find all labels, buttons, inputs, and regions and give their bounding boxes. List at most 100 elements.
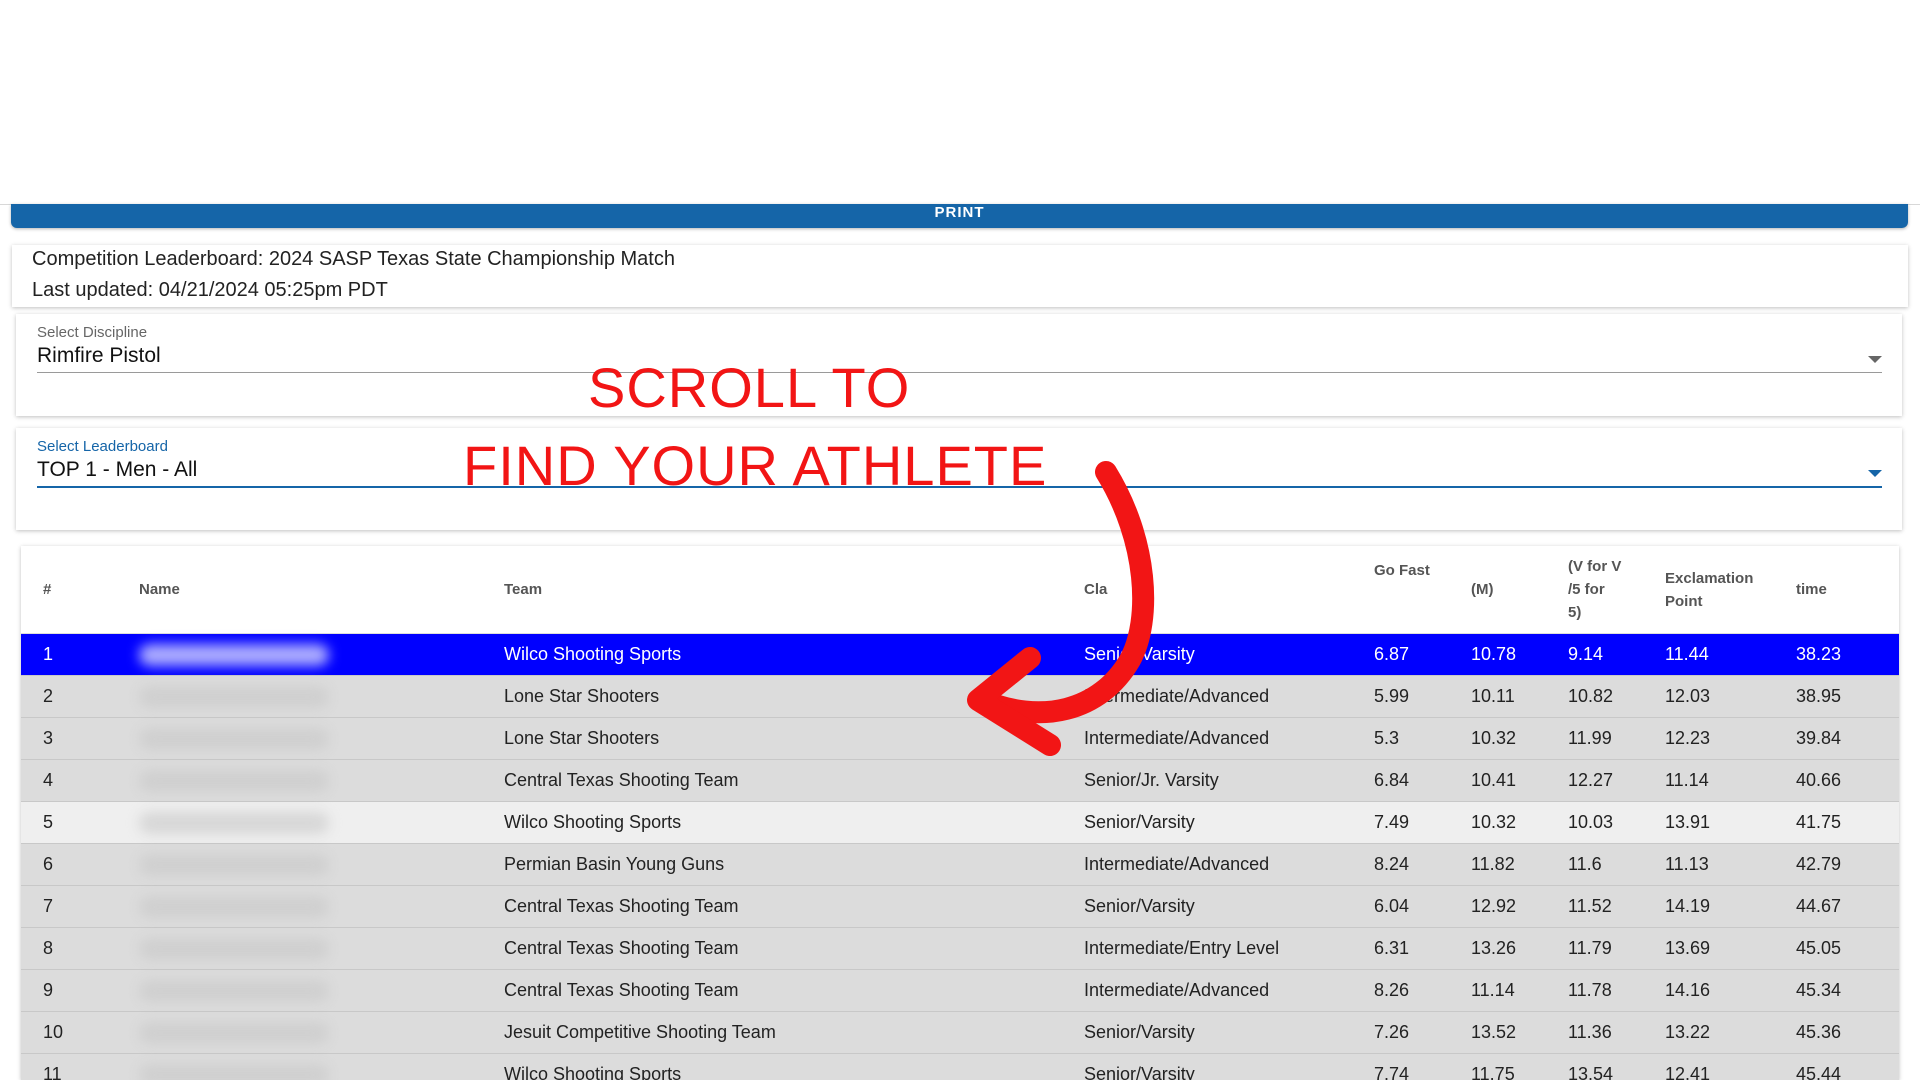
discipline-select-label: Select Discipline — [37, 324, 148, 341]
cell-excl: 13.91 — [1665, 801, 1796, 844]
cell-excl: 12.41 — [1665, 1053, 1796, 1080]
cell-team: Wilco Shooting Sports — [504, 633, 1084, 676]
cell-gofast: 6.31 — [1374, 927, 1471, 970]
cell-rank: 3 — [21, 717, 117, 760]
name-redaction-blur — [139, 1021, 329, 1044]
cell-name-redacted — [117, 1053, 504, 1080]
col-v-header[interactable]: (V for V /5 for 5) — [1568, 546, 1665, 634]
cell-excl: 13.69 — [1665, 927, 1796, 970]
cell-name-redacted — [117, 843, 504, 886]
competition-title: Competition Leaderboard: 2024 SASP Texas… — [32, 248, 675, 270]
col-time-header[interactable]: time — [1796, 546, 1899, 634]
col-excl-header-line2: Point — [1665, 592, 1703, 610]
cell-team: Jesuit Competitive Shooting Team — [504, 1011, 1084, 1054]
cell-class: Intermediate/Entry Level — [1084, 927, 1374, 970]
cell-gofast: 6.04 — [1374, 885, 1471, 928]
table-row[interactable]: 3 Lone Star Shooters Intermediate/Advanced… — [21, 717, 1899, 760]
top-blank-area — [0, 0, 1920, 205]
cell-excl: 12.23 — [1665, 717, 1796, 760]
overlay-instruction-line2: FIND YOUR ATHLETE — [463, 434, 1048, 497]
col-excl-header-line1: Exclamation — [1665, 569, 1754, 587]
table-row[interactable]: 5 Wilco Shooting Sports Senior/Varsity 7.49… — [21, 801, 1899, 844]
col-m-header[interactable]: (M) — [1471, 546, 1568, 634]
col-exclamation-header[interactable]: Exclamation Point — [1665, 546, 1796, 634]
col-gofast-header-text: Go Fast — [1374, 562, 1430, 579]
cell-time: 45.05 — [1796, 927, 1899, 970]
discipline-select-value[interactable]: Rimfire Pistol — [37, 344, 161, 368]
cell-m: 12.92 — [1471, 885, 1568, 928]
leaderboard-select-value[interactable]: TOP 1 - Men - All — [37, 458, 197, 482]
cell-class: Intermediate/Advanced — [1084, 717, 1374, 760]
leaderboard-table: # Name Team Cla Go Fast (M) (V for V /5 … — [21, 546, 1899, 1080]
cell-team: Central Texas Shooting Team — [504, 885, 1084, 928]
name-redaction-blur — [139, 685, 329, 708]
chevron-down-icon[interactable] — [1868, 470, 1882, 477]
cell-v: 11.78 — [1568, 969, 1665, 1012]
cell-name-redacted — [117, 801, 504, 844]
cell-rank: 8 — [21, 927, 117, 970]
cell-v: 11.79 — [1568, 927, 1665, 970]
table-row[interactable]: 8 Central Texas Shooting Team Intermediate… — [21, 927, 1899, 970]
cell-gofast: 6.87 — [1374, 633, 1471, 676]
cell-gofast: 5.3 — [1374, 717, 1471, 760]
cell-name-redacted — [117, 885, 504, 928]
discipline-select[interactable]: Select Discipline Rimfire Pistol — [16, 314, 1902, 416]
table-row[interactable]: 6 Permian Basin Young Guns Intermediate/Ad… — [21, 843, 1899, 886]
cell-gofast: 5.99 — [1374, 675, 1471, 718]
cell-rank: 10 — [21, 1011, 117, 1054]
col-gofast-header[interactable]: Go Fast — [1374, 546, 1471, 634]
competition-info-card: Competition Leaderboard: 2024 SASP Texas… — [12, 245, 1908, 307]
cell-time: 41.75 — [1796, 801, 1899, 844]
cell-team: Wilco Shooting Sports — [504, 801, 1084, 844]
cell-gofast: 8.24 — [1374, 843, 1471, 886]
overlay-instruction-line1: SCROLL TO — [588, 356, 911, 419]
cell-name-redacted — [117, 1011, 504, 1054]
table-row[interactable]: 7 Central Texas Shooting Team Senior/Varsi… — [21, 885, 1899, 928]
cell-team: Lone Star Shooters — [504, 717, 1084, 760]
table-row[interactable]: 1 Wilco Shooting Sports Senior/Varsity 6.87… — [21, 633, 1899, 676]
cell-rank: 11 — [21, 1053, 117, 1080]
cell-excl: 12.03 — [1665, 675, 1796, 718]
print-button[interactable]: PRINT — [11, 204, 1908, 228]
col-team-header[interactable]: Team — [504, 546, 1084, 634]
cell-excl: 11.13 — [1665, 843, 1796, 886]
cell-name-redacted — [117, 759, 504, 802]
cell-rank: 2 — [21, 675, 117, 718]
table-row[interactable]: 2 Lone Star Shooters Intermediate/Advanced… — [21, 675, 1899, 718]
cell-team: Central Texas Shooting Team — [504, 759, 1084, 802]
cell-gofast: 7.49 — [1374, 801, 1471, 844]
table-row[interactable]: 11 Wilco Shooting Sports Senior/Varsity 7.7… — [21, 1053, 1899, 1080]
name-redaction-blur — [139, 769, 329, 792]
col-class-header[interactable]: Cla — [1084, 546, 1374, 634]
cell-gofast: 7.74 — [1374, 1053, 1471, 1080]
cell-v: 10.03 — [1568, 801, 1665, 844]
cell-m: 10.78 — [1471, 633, 1568, 676]
col-name-header[interactable]: Name — [117, 546, 504, 634]
cell-name-redacted — [117, 633, 504, 676]
name-redaction-blur — [139, 643, 329, 666]
table-row[interactable]: 10 Jesuit Competitive Shooting Team Senior… — [21, 1011, 1899, 1054]
col-v-header-line1: (V for V — [1568, 558, 1622, 575]
chevron-down-icon[interactable] — [1868, 356, 1882, 363]
cell-excl: 11.44 — [1665, 633, 1796, 676]
table-row[interactable]: 9 Central Texas Shooting Team Intermediate… — [21, 969, 1899, 1012]
cell-time: 45.36 — [1796, 1011, 1899, 1054]
cell-excl: 11.14 — [1665, 759, 1796, 802]
cell-v: 13.54 — [1568, 1053, 1665, 1080]
cell-time: 38.95 — [1796, 675, 1899, 718]
print-button-label: PRINT — [934, 204, 985, 221]
cell-rank: 7 — [21, 885, 117, 928]
cell-m: 10.41 — [1471, 759, 1568, 802]
cell-v: 11.99 — [1568, 717, 1665, 760]
cell-time: 45.44 — [1796, 1053, 1899, 1080]
cell-class: Intermediate/Advanced — [1084, 843, 1374, 886]
cell-m: 10.32 — [1471, 717, 1568, 760]
table-row[interactable]: 4 Central Texas Shooting Team Senior/Jr. V… — [21, 759, 1899, 802]
cell-rank: 6 — [21, 843, 117, 886]
cell-rank: 4 — [21, 759, 117, 802]
cell-excl: 14.16 — [1665, 969, 1796, 1012]
cell-v: 10.82 — [1568, 675, 1665, 718]
col-rank-header[interactable]: # — [21, 546, 117, 634]
cell-rank: 1 — [21, 633, 117, 676]
cell-team: Lone Star Shooters — [504, 675, 1084, 718]
